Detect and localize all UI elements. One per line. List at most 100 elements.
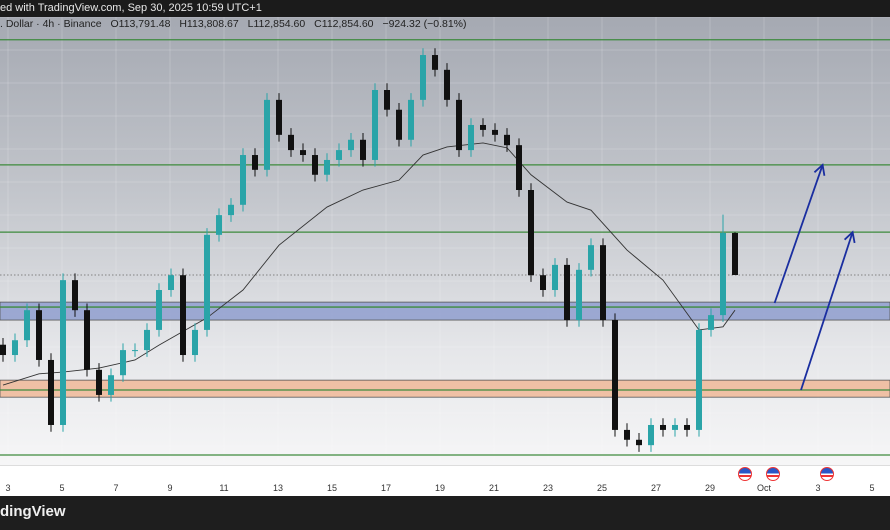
x-tick-label: 27 <box>650 483 662 493</box>
bearish-candle <box>492 129 498 135</box>
bullish-candle <box>672 424 678 430</box>
bullish-candle <box>108 375 114 395</box>
bearish-candle <box>612 320 618 430</box>
bearish-candle <box>624 429 630 440</box>
bearish-candle <box>84 310 90 370</box>
bullish-candle <box>12 340 18 356</box>
low-value: L112,854.60 <box>247 18 306 30</box>
publish-text: ed with TradingView.com, Sep 30, 2025 10… <box>0 2 262 14</box>
tradingview-logo: dingView <box>0 503 66 520</box>
bearish-candle <box>96 369 102 395</box>
x-tick-label: 23 <box>542 483 554 493</box>
x-tick-label: 15 <box>326 483 338 493</box>
high-value: H113,808.67 <box>179 18 239 30</box>
footer: dingView <box>0 496 890 530</box>
bullish-candle <box>588 245 594 270</box>
bearish-candle <box>36 310 42 360</box>
projection-arrow <box>773 164 824 304</box>
bearish-candle <box>600 245 606 321</box>
close-value: C112,854.60 <box>314 18 374 30</box>
x-tick-label: 3 <box>815 483 821 493</box>
x-tick-label: 19 <box>434 483 446 493</box>
bullish-candle <box>408 99 414 140</box>
bearish-candle <box>300 150 306 156</box>
x-tick-label: 7 <box>113 483 119 493</box>
bullish-candle <box>168 275 174 291</box>
bearish-candle <box>180 275 186 356</box>
bullish-candle <box>24 310 30 341</box>
x-tick-label: 13 <box>272 483 284 493</box>
bullish-candle <box>228 204 234 216</box>
bullish-candle <box>552 264 558 291</box>
x-tick-label: 17 <box>380 483 392 493</box>
bearish-candle <box>564 264 570 321</box>
us-flag-event-icon[interactable] <box>738 467 752 481</box>
candlestick-chart[interactable] <box>0 17 890 465</box>
change-value: −924.32 (−0.81%) <box>382 18 467 30</box>
x-tick-label: 5 <box>59 483 65 493</box>
x-tick-label: Oct <box>756 483 772 493</box>
x-tick-label: 25 <box>596 483 608 493</box>
bullish-candle <box>156 290 162 330</box>
bullish-candle <box>372 90 378 160</box>
symbol-info: . Dollar · 4h · Binance <box>0 18 102 30</box>
publish-bar: ed with TradingView.com, Sep 30, 2025 10… <box>0 0 890 17</box>
symbol-legend: . Dollar · 4h · Binance O113,791.48 H113… <box>0 18 467 30</box>
bearish-candle <box>360 139 366 160</box>
bearish-candle <box>312 155 318 175</box>
bearish-candle <box>384 90 390 110</box>
x-tick-label: 5 <box>869 483 875 493</box>
moving-average-line <box>2 142 736 386</box>
x-tick-label: 11 <box>219 483 229 493</box>
bullish-candle <box>324 159 330 175</box>
bullish-candle <box>576 269 582 321</box>
bullish-candle <box>120 350 126 376</box>
open-value: O113,791.48 <box>110 18 171 30</box>
bearish-candle <box>660 424 666 430</box>
bullish-candle <box>192 329 198 356</box>
bearish-candle <box>528 190 534 276</box>
x-tick-label: 9 <box>167 483 173 493</box>
x-tick-label: 3 <box>5 483 11 493</box>
bullish-candle <box>708 315 714 330</box>
chart-pane[interactable]: . Dollar · 4h · Binance O113,791.48 H113… <box>0 17 890 465</box>
bullish-candle <box>336 150 342 160</box>
bearish-candle <box>432 55 438 70</box>
bearish-candle <box>276 99 282 135</box>
bearish-candle <box>72 280 78 311</box>
time-axis[interactable]: 3 5 7 9 11 13 15 17 19 21 23 25 27 29 Oct 3 5 <box>0 465 890 496</box>
bearish-candle <box>0 344 6 356</box>
bearish-candle <box>396 109 402 140</box>
us-flag-event-icon[interactable] <box>820 467 834 481</box>
bullish-candle <box>60 280 66 425</box>
bullish-candle <box>696 329 702 430</box>
bullish-candle <box>720 232 726 316</box>
bearish-candle <box>516 145 522 191</box>
bearish-candle <box>456 99 462 151</box>
bearish-candle <box>480 124 486 130</box>
support-zone <box>0 301 890 321</box>
demand-zone <box>0 379 890 398</box>
bullish-candle <box>648 424 654 446</box>
bearish-candle <box>636 439 642 446</box>
bullish-candle <box>132 350 138 352</box>
bearish-candle <box>684 424 690 430</box>
us-flag-event-icon[interactable] <box>766 467 780 481</box>
bullish-candle <box>264 99 270 170</box>
bearish-candle <box>540 275 546 291</box>
bullish-candle <box>144 329 150 351</box>
bearish-candle <box>252 155 258 170</box>
bearish-candle <box>504 134 510 146</box>
bearish-candle <box>288 134 294 151</box>
bullish-candle <box>468 124 474 151</box>
bullish-candle <box>420 55 426 100</box>
bullish-candle <box>216 215 222 235</box>
bearish-candle <box>732 232 738 275</box>
bullish-candle <box>240 155 246 205</box>
x-tick-label: 29 <box>704 483 716 493</box>
bullish-candle <box>348 139 354 151</box>
bearish-candle <box>444 69 450 100</box>
bullish-candle <box>204 234 210 330</box>
bearish-candle <box>48 359 54 425</box>
x-tick-label: 21 <box>488 483 500 493</box>
